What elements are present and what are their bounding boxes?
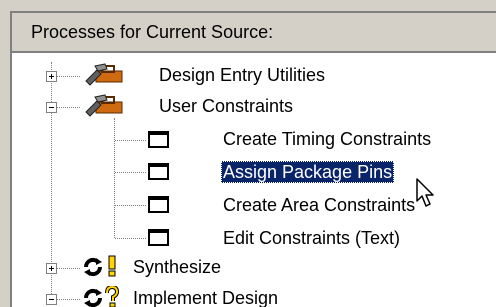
- process-window-icon: [148, 131, 169, 148]
- tree-item-label: User Constraints: [159, 96, 294, 116]
- collapse-minus-icon[interactable]: [46, 294, 57, 305]
- process-tree: Design Entry Utilities User Constraints …: [12, 13, 496, 307]
- tree-item-label: Implement Design: [133, 288, 279, 307]
- tree-item-label: Design Entry Utilities: [159, 65, 326, 85]
- warning-exclamation-icon: [108, 255, 116, 277]
- tree-connector: [115, 205, 146, 206]
- process-window-icon: [148, 163, 169, 180]
- tree-item-label: Create Area Constraints: [223, 195, 416, 215]
- tree-item-label: Assign Package Pins: [221, 161, 395, 183]
- mouse-pointer-icon: [416, 178, 434, 207]
- tree-item-label: Synthesize: [133, 257, 222, 277]
- tools-icon: [85, 94, 123, 117]
- expand-plus-icon[interactable]: [46, 71, 57, 82]
- run-cycle-icon: [83, 257, 103, 277]
- expand-plus-icon[interactable]: [46, 263, 57, 274]
- collapse-minus-icon[interactable]: [46, 102, 57, 113]
- tree-connector: [115, 172, 146, 173]
- processes-panel: Processes for Current Source: Design Ent…: [10, 11, 496, 307]
- tree-connector: [115, 238, 146, 239]
- tree-item-label: Create Timing Constraints: [223, 129, 432, 149]
- tools-icon: [85, 63, 123, 86]
- process-window-icon: [148, 196, 169, 213]
- tree-connector: [115, 140, 146, 141]
- run-cycle-icon: [83, 288, 103, 307]
- tree-connector: [114, 118, 115, 238]
- tree-item-label: Edit Constraints (Text): [223, 228, 401, 248]
- process-window-icon: [148, 229, 169, 246]
- status-question-icon: [105, 286, 119, 307]
